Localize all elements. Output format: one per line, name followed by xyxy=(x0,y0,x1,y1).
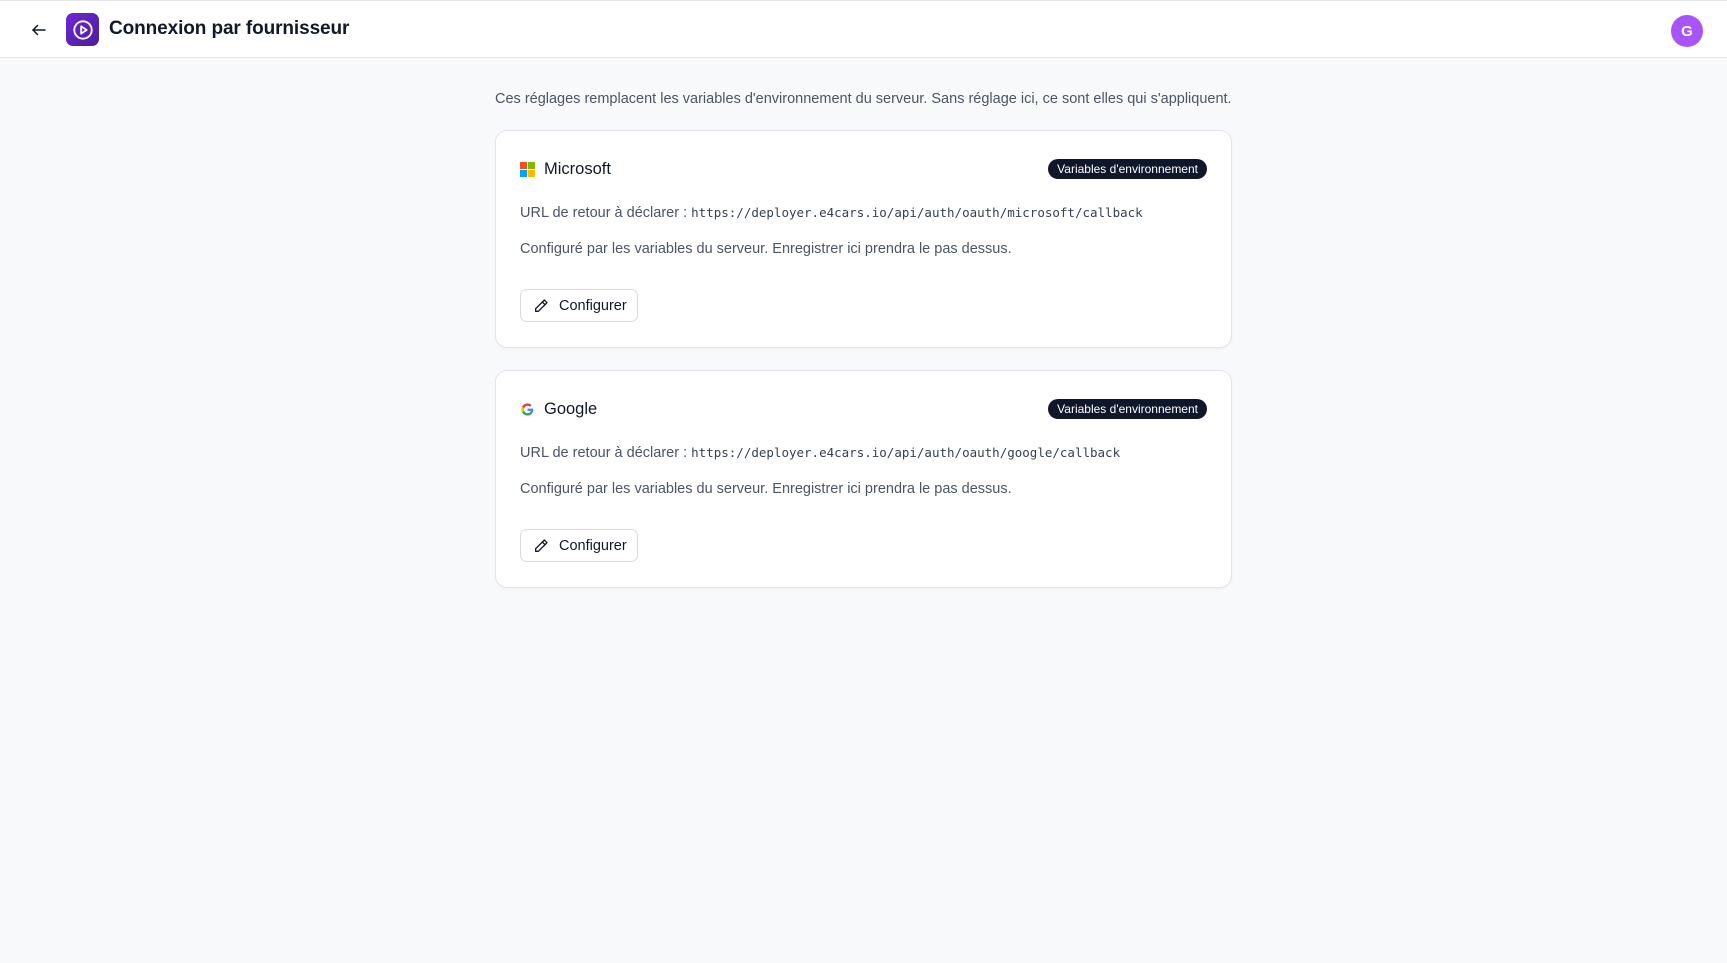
callback-url-line: URL de retour à déclarer : https://deplo… xyxy=(520,445,1120,461)
arrow-left-icon xyxy=(30,21,48,39)
callback-url-label: URL de retour à déclarer : xyxy=(520,205,688,221)
configure-button-label: Configurer xyxy=(559,297,627,314)
intro-text: Ces réglages remplacent les variables d'… xyxy=(495,91,1232,107)
configure-button-google[interactable]: Configurer xyxy=(520,529,638,562)
provider-description: Configuré par les variables du serveur. … xyxy=(520,241,1012,257)
provider-card-google: Google Variables d'environnement URL de … xyxy=(495,370,1232,588)
card-header: Google Variables d'environnement xyxy=(520,398,1207,420)
provider-card-microsoft: Microsoft Variables d'environnement URL … xyxy=(495,130,1232,348)
play-circle-icon xyxy=(72,19,94,41)
user-avatar[interactable]: G xyxy=(1671,15,1703,47)
callback-url: https://deployer.e4cars.io/api/auth/oaut… xyxy=(691,445,1121,460)
callback-url: https://deployer.e4cars.io/api/auth/oaut… xyxy=(691,205,1143,220)
provider-name: Google xyxy=(544,399,598,418)
configure-button-microsoft[interactable]: Configurer xyxy=(520,289,638,322)
page-title: Connexion par fournisseur xyxy=(109,18,350,39)
pencil-icon xyxy=(533,538,549,554)
main-content: Ces réglages remplacent les variables d'… xyxy=(495,58,1232,610)
status-badge: Variables d'environnement xyxy=(1048,399,1207,419)
provider-name: Microsoft xyxy=(544,159,611,178)
provider-title: Google xyxy=(520,400,597,419)
configure-button-label: Configurer xyxy=(559,537,627,554)
app-logo xyxy=(66,13,99,46)
status-badge: Variables d'environnement xyxy=(1048,159,1207,179)
callback-url-line: URL de retour à déclarer : https://deplo… xyxy=(520,205,1143,221)
top-bar: Connexion par fournisseur G xyxy=(0,0,1727,58)
provider-title: Microsoft xyxy=(520,160,611,179)
provider-description: Configuré par les variables du serveur. … xyxy=(520,481,1012,497)
card-header: Microsoft Variables d'environnement xyxy=(520,158,1207,180)
microsoft-icon xyxy=(520,161,535,177)
back-button[interactable] xyxy=(26,17,52,43)
callback-url-label: URL de retour à déclarer : xyxy=(520,445,688,461)
google-icon xyxy=(520,402,535,417)
pencil-icon xyxy=(533,298,549,314)
